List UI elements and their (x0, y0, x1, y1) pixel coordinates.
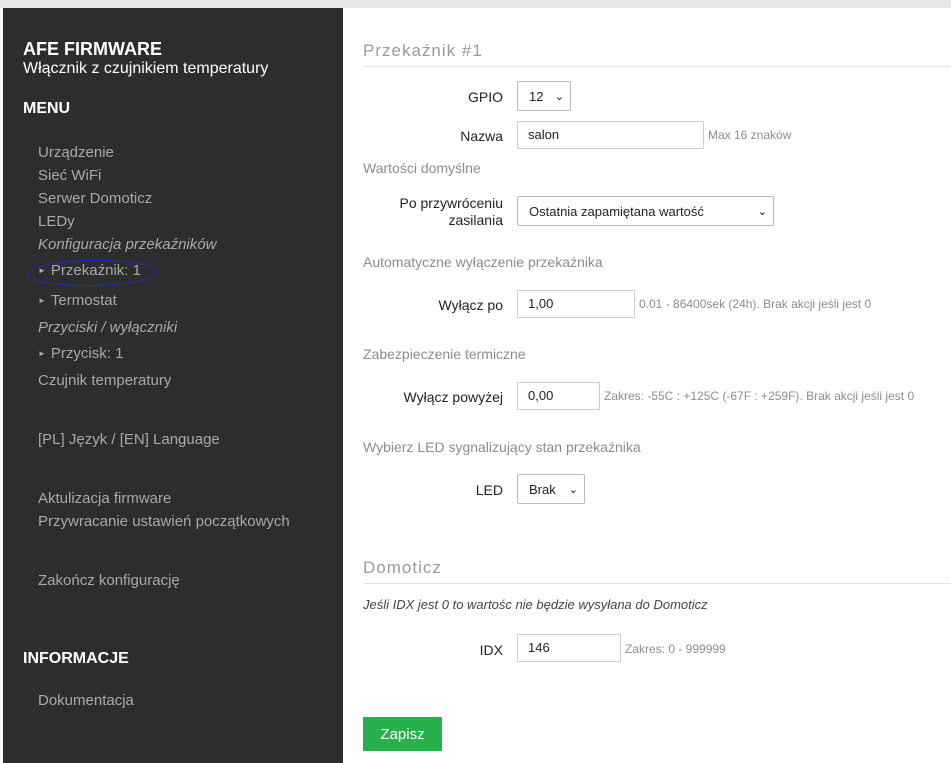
domoticz-section-title: Domoticz (363, 558, 951, 584)
off-after-label: Wyłącz po (438, 297, 503, 313)
gpio-select-value: 12 (529, 88, 544, 104)
save-button[interactable]: Zapisz (363, 717, 442, 751)
nav-firmware-update[interactable]: Aktulizacja firmware (38, 490, 171, 507)
led-heading: Wybierz LED sygnalizujący stan przekaźni… (363, 439, 641, 455)
info-heading: INFORMACJE (23, 650, 129, 667)
nav-temp-sensor[interactable]: Czujnik temperatury (38, 372, 171, 389)
nav-domoticz-server[interactable]: Serwer Domoticz (38, 190, 152, 207)
name-input[interactable]: salon (517, 121, 704, 149)
restore-label: Po przywróceniu zasilania (363, 195, 504, 229)
nav-language[interactable]: [PL] Język / [EN] Language (38, 431, 220, 448)
nav-factory-reset[interactable]: Przywracanie ustawień początkowych (38, 513, 290, 530)
menu-heading: MENU (23, 100, 71, 117)
off-above-label: Wyłącz powyżej (403, 389, 503, 405)
app-subtitle: Włącznik z czujnikiem temperatury (23, 60, 269, 77)
idx-hint: Zakres: 0 - 999999 (625, 642, 726, 656)
nav-finish-config[interactable]: Zakończ konfigurację (38, 572, 180, 589)
led-select[interactable]: Brak ⌄ (517, 474, 585, 504)
triangle-right-icon: ► (38, 348, 46, 358)
nav-button-1-label: Przycisk: 1 (50, 345, 124, 362)
chevron-down-icon: ⌄ (568, 483, 578, 496)
nav-thermostat-label: Termostat (50, 292, 117, 309)
nav-wifi[interactable]: Sieć WiFi (38, 167, 101, 184)
sidebar: AFE FIRMWARE Włącznik z czujnikiem tempe… (3, 8, 343, 763)
top-bar (0, 0, 951, 8)
triangle-right-icon: ► (38, 295, 46, 305)
auto-off-heading: Automatyczne wyłączenie przekaźnika (363, 254, 603, 270)
restore-label-line1: Po przywróceniu (399, 195, 504, 211)
restore-select-value: Ostatnia zapamiętana wartość (529, 203, 704, 219)
nav-documentation[interactable]: Dokumentacja (38, 692, 134, 709)
name-hint: Max 16 znaków (708, 128, 792, 142)
restore-label-line2: zasilania (448, 212, 503, 228)
restore-state-select[interactable]: Ostatnia zapamiętana wartość ⌄ (517, 196, 774, 226)
main-content: Przekaźnik #1 GPIO 12 ⌄ Nazwa salon Max 1… (343, 8, 951, 763)
nav-thermostat[interactable]: ► Termostat (38, 292, 117, 309)
domoticz-note: Jeśli IDX jest 0 to wartośc nie będzie w… (363, 597, 708, 612)
idx-label: IDX (479, 642, 503, 658)
off-after-input[interactable]: 1,00 (517, 290, 635, 318)
led-label: LED (475, 482, 503, 498)
relay-section-title: Przekaźnik #1 (363, 41, 951, 67)
defaults-heading: Wartości domyślne (363, 160, 481, 176)
nav-device[interactable]: Urządzenie (38, 144, 114, 161)
gpio-label: GPIO (467, 89, 503, 105)
chevron-down-icon: ⌄ (757, 205, 767, 218)
app-title: AFE FIRMWARE (23, 39, 162, 59)
gpio-select[interactable]: 12 ⌄ (517, 81, 571, 111)
chevron-down-icon: ⌄ (554, 90, 564, 103)
led-select-value: Brak (529, 481, 556, 497)
off-above-input[interactable]: 0,00 (517, 382, 600, 410)
off-above-hint: Zakres: -55C : +125C (-67F : +259F). Bra… (604, 389, 915, 403)
thermal-heading: Zabezpieczenie termiczne (363, 346, 526, 362)
nav-category-buttons: Przyciski / wyłączniki (38, 319, 178, 336)
nav-button-1[interactable]: ► Przycisk: 1 (38, 345, 123, 362)
nav-category-relays: Konfiguracja przekaźników (38, 236, 217, 253)
off-after-hint: 0.01 - 86400sek (24h). Brak akcji jeśli … (639, 297, 872, 311)
nav-leds[interactable]: LEDy (38, 213, 75, 230)
idx-input[interactable]: 146 (517, 634, 621, 662)
name-label: Nazwa (460, 128, 503, 144)
